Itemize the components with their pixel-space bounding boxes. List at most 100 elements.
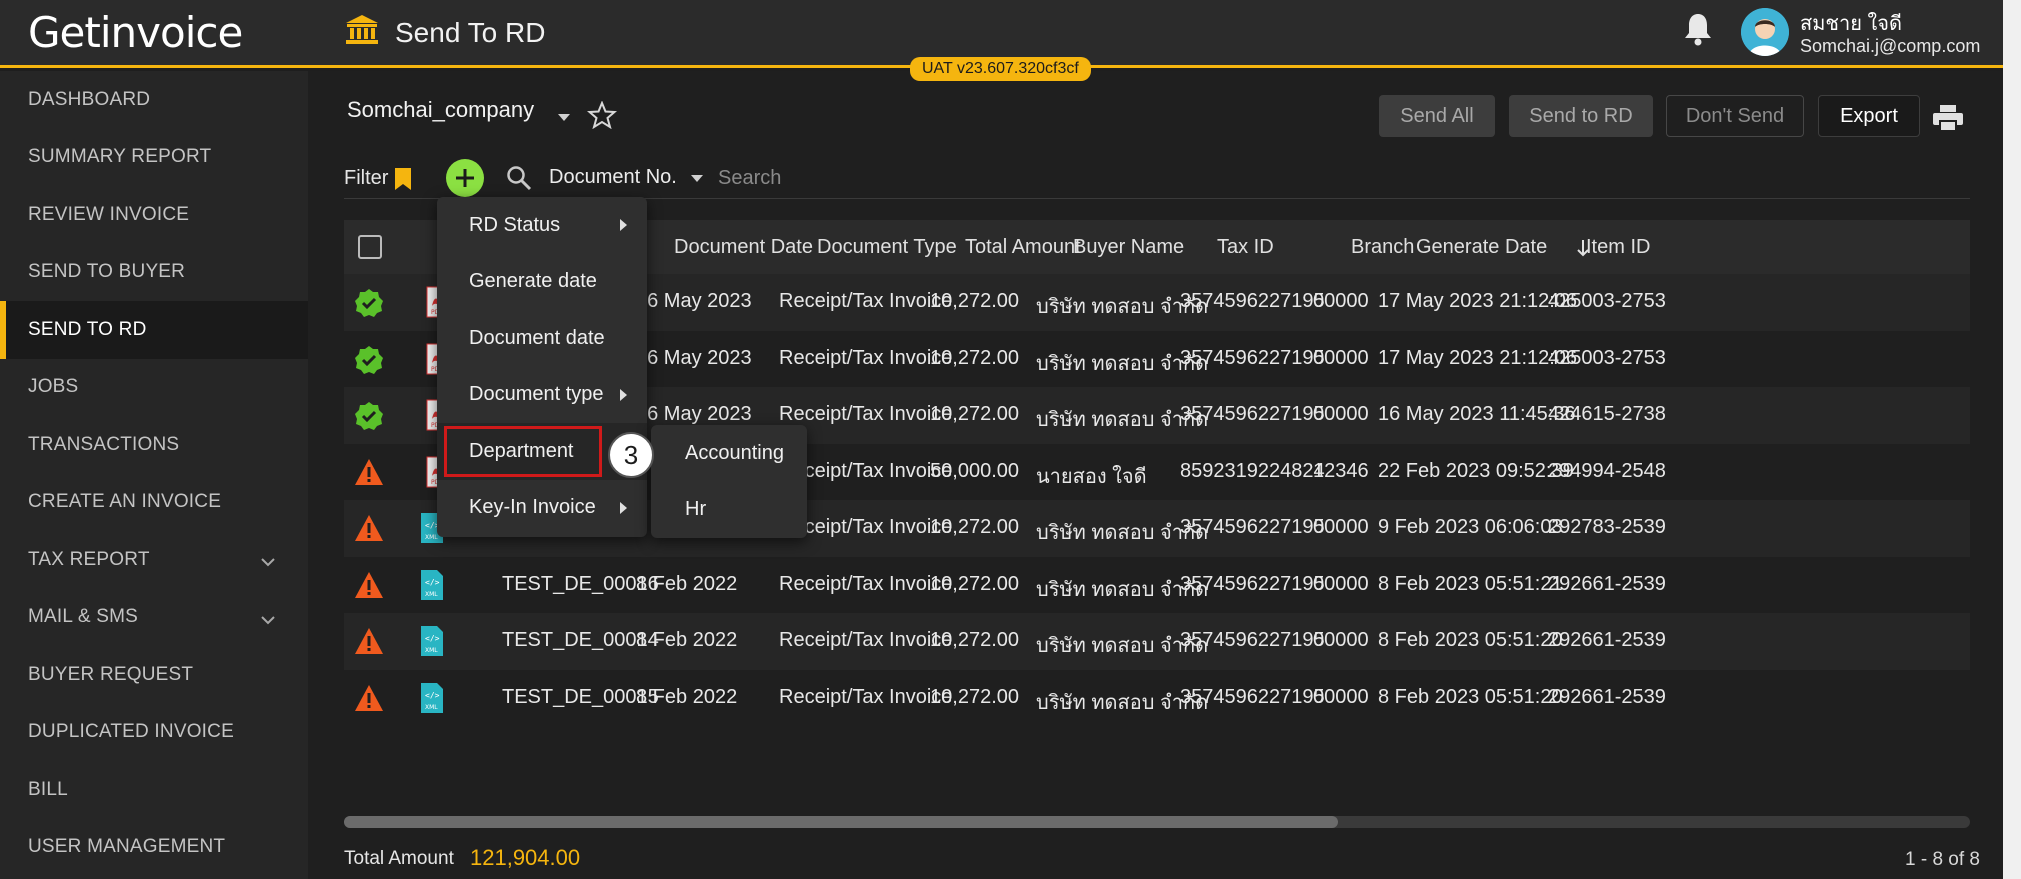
- filter-menu: RD Status Generate date Document date Do…: [437, 197, 647, 537]
- column-header[interactable]: Generate Date: [1416, 236, 1547, 259]
- svg-text:</>: </>: [425, 691, 440, 700]
- svg-text:</>: </>: [425, 634, 440, 643]
- tax-id-cell: 8592319224824: [1180, 459, 1325, 482]
- department-submenu: Accounting Hr: [651, 425, 807, 538]
- document-date-cell: 8 Feb 2022: [636, 572, 738, 595]
- tax-id-cell: 3574596227195: [1180, 346, 1325, 369]
- column-header[interactable]: Total Amount: [965, 236, 1081, 259]
- branch-cell: 00000: [1313, 290, 1369, 312]
- select-all-checkbox[interactable]: [358, 235, 382, 259]
- xml-file-icon[interactable]: </> XML: [420, 569, 444, 606]
- branch-cell: 00000: [1313, 629, 1369, 651]
- generate-date-cell: 9 Feb 2023 06:06:03: [1378, 516, 1563, 538]
- branch-cell: 00000: [1313, 685, 1369, 708]
- filter-menu-item-rd-status[interactable]: RD Status: [437, 197, 647, 254]
- svg-text:XML: XML: [425, 647, 438, 654]
- total-amount-cell: 10,272.00: [930, 629, 1019, 651]
- success-badge-icon: [354, 401, 384, 436]
- item-id-cell: 292661-2539: [1548, 685, 1666, 708]
- pagination-info: 1 - 8 of 8: [1905, 849, 1980, 870]
- sidebar-item-dashboard[interactable]: DASHBOARD: [0, 71, 308, 129]
- svg-text:</>: </>: [425, 578, 440, 587]
- column-header[interactable]: Tax ID: [1217, 236, 1274, 259]
- branch-cell: 00000: [1313, 346, 1369, 369]
- dont-send-button[interactable]: Don't Send: [1666, 95, 1804, 137]
- sidebar-item-buyer-request[interactable]: BUYER REQUEST: [0, 646, 308, 704]
- tax-id-cell: 3574596227195: [1180, 516, 1325, 538]
- tax-id-cell: 3574596227195: [1180, 572, 1325, 595]
- plus-icon: [456, 169, 474, 187]
- sidebar-item-jobs[interactable]: JOBS: [0, 359, 308, 417]
- bank-icon: [345, 14, 379, 51]
- column-header[interactable]: Item ID: [1586, 236, 1650, 259]
- app-logo[interactable]: Getinvoice: [28, 8, 243, 57]
- branch-cell: 00000: [1313, 516, 1369, 538]
- total-amount-cell: 10,272.00: [930, 685, 1019, 708]
- filter-label: Filter: [344, 167, 389, 189]
- bookmark-icon[interactable]: [394, 167, 412, 196]
- page-title: Send To RD: [395, 16, 546, 48]
- caret-down-icon[interactable]: [691, 175, 703, 182]
- column-header[interactable]: Branch: [1351, 236, 1414, 259]
- svg-text:XML: XML: [425, 591, 438, 598]
- horizontal-scrollbar[interactable]: [344, 816, 1970, 828]
- total-amount-label: Total Amount: [344, 848, 454, 869]
- sidebar-item-tax-report[interactable]: TAX REPORT: [0, 531, 308, 589]
- table-row[interactable]: </> XML TEST_DE_00014 8 Feb 2022 Receipt/Tax…: [344, 613, 1970, 670]
- filter-row: Filter Document No.: [344, 159, 1970, 199]
- department-option-accounting[interactable]: Accounting: [651, 425, 807, 482]
- filter-menu-item-key-in-invoice[interactable]: Key-In Invoice: [437, 480, 647, 537]
- item-id-cell: 292661-2539: [1548, 572, 1666, 595]
- company-selector[interactable]: Somchai_company: [347, 97, 534, 123]
- sidebar-item-send-to-rd[interactable]: SEND TO RD: [0, 301, 308, 359]
- column-header[interactable]: Document Type: [817, 236, 957, 259]
- send-all-button[interactable]: Send All: [1379, 95, 1495, 137]
- export-button[interactable]: Export: [1818, 95, 1920, 137]
- filter-menu-item-document-date[interactable]: Document date: [437, 310, 647, 367]
- department-option-hr[interactable]: Hr: [651, 482, 807, 539]
- search-icon: [506, 165, 532, 196]
- sidebar-item-send-to-buyer[interactable]: SEND TO BUYER: [0, 244, 308, 302]
- document-date-cell: 16 May 2023: [636, 346, 752, 369]
- chevron-down-icon: [260, 609, 276, 631]
- warning-icon: [354, 627, 384, 660]
- sidebar-item-user-management[interactable]: USER MANAGEMENT: [0, 819, 308, 877]
- item-id-cell: 292783-2539: [1548, 516, 1666, 538]
- add-filter-button[interactable]: [446, 159, 484, 197]
- print-icon[interactable]: [1932, 104, 1964, 137]
- generate-date-cell: 16 May 2023 11:45:36: [1378, 403, 1576, 425]
- table-row[interactable]: </> XML TEST_DE_00015 8 Feb 2022 Receipt/Tax…: [344, 670, 1970, 727]
- sidebar-item-transactions[interactable]: TRANSACTIONS: [0, 416, 308, 474]
- send-to-rd-button[interactable]: Send to RD: [1509, 95, 1653, 137]
- warning-icon: [354, 514, 384, 547]
- search-field-selector[interactable]: Document No.: [549, 166, 677, 189]
- sidebar-item-create-invoice[interactable]: CREATE AN INVOICE: [0, 474, 308, 532]
- page-header: Send To RD: [345, 14, 545, 51]
- caret-down-icon[interactable]: [558, 114, 570, 121]
- sidebar-item-summary-report[interactable]: SUMMARY REPORT: [0, 129, 308, 187]
- caret-right-icon: [620, 219, 627, 231]
- sidebar-item-review-invoice[interactable]: REVIEW INVOICE: [0, 186, 308, 244]
- xml-file-icon[interactable]: </> XML: [420, 625, 444, 662]
- scrollbar-thumb[interactable]: [344, 816, 1338, 828]
- column-header[interactable]: Buyer Name: [1073, 236, 1184, 259]
- star-icon[interactable]: [586, 100, 618, 134]
- filter-menu-item-document-type[interactable]: Document type: [437, 367, 647, 424]
- table-row[interactable]: </> XML TEST_DE_00016 8 Feb 2022 Receipt/Tax…: [344, 557, 1970, 614]
- filter-menu-item-generate-date[interactable]: Generate date: [437, 254, 647, 311]
- document-date-cell: 8 Feb 2022: [636, 685, 738, 708]
- total-amount-cell: 50,000.00: [930, 459, 1019, 482]
- sidebar-item-bill[interactable]: BILL: [0, 761, 308, 819]
- notification-bell-icon[interactable]: [1683, 12, 1713, 51]
- step-number-badge: 3: [608, 432, 654, 478]
- document-date-cell: 16 May 2023: [636, 290, 752, 312]
- generate-date-cell: 8 Feb 2023 05:51:20: [1378, 629, 1563, 651]
- user-email: Somchai.j@comp.com: [1800, 36, 1981, 56]
- user-avatar[interactable]: [1741, 8, 1789, 56]
- sidebar-item-duplicated-invoice[interactable]: DUPLICATED INVOICE: [0, 704, 308, 762]
- xml-file-icon[interactable]: </> XML: [420, 682, 444, 719]
- sidebar-item-mail-sms[interactable]: MAIL & SMS: [0, 589, 308, 647]
- search-input[interactable]: [718, 163, 1118, 193]
- column-header[interactable]: Document Date: [674, 236, 813, 259]
- item-id-cell: 424615-2738: [1548, 403, 1666, 425]
